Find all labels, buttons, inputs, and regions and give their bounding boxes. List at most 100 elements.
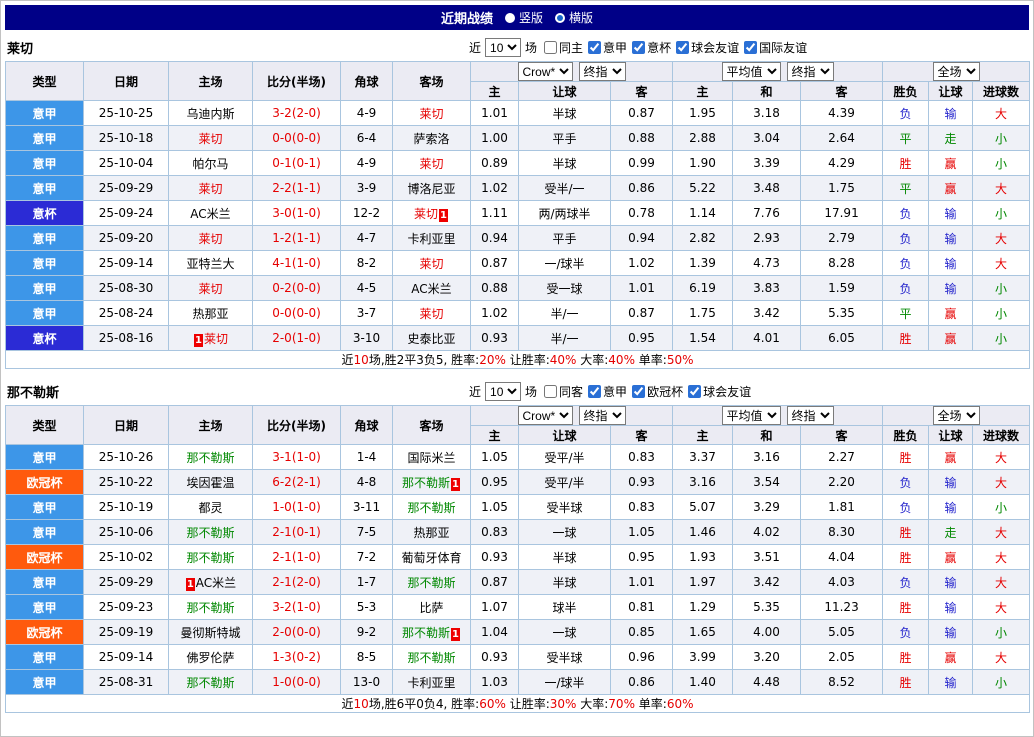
average-select[interactable]: 平均值: [721, 406, 781, 425]
column-header: 主: [470, 81, 519, 101]
outcome-value: 赢: [928, 444, 974, 470]
same-venue[interactable]: 同客: [544, 383, 583, 400]
team-header-row: 莱切 近 10 场 同主 意甲 意杯 球会友谊 国际友谊: [5, 36, 1029, 59]
outcome-value: 胜: [882, 150, 930, 176]
bookmaker-odds-group: Crow* 终指: [469, 405, 674, 426]
team-name: 莱切: [7, 42, 34, 57]
odds-value: 1.14: [672, 200, 734, 226]
bookmaker-select[interactable]: Crow*: [517, 406, 573, 425]
match-row: 意甲 25-09-14 佛罗伦萨 1-3(0-2) 8-5 那不勒斯 0.93 受半球 0.96…: [5, 644, 1031, 670]
outcome-value: 胜: [882, 519, 930, 545]
match-row: 欧冠杯 25-09-19 曼彻斯特城 2-0(0-0) 9-2 那不勒斯 1 1.04 一球 0.…: [5, 619, 1031, 645]
match-row: 意杯 25-08-16 1 莱切 2-0(1-0) 3-10 史泰比亚 0.93 半/一 0.95…: [5, 325, 1031, 351]
average-stage-select[interactable]: 终指: [786, 62, 834, 81]
competition-2[interactable]: 球会友谊: [676, 39, 739, 56]
bookmaker-select[interactable]: Crow*: [517, 62, 573, 81]
away-team-name: AC米兰: [411, 281, 452, 296]
competition-3-checkbox[interactable]: [744, 41, 758, 54]
home-team-name: 热那亚: [192, 306, 229, 321]
column-header: 客: [609, 81, 674, 101]
match-row: 意甲 25-10-18 莱切 0-0(0-0) 6-4 萨索洛 1.00 平手 0.88 2.88…: [5, 125, 1031, 151]
away-team-name: 莱切: [419, 106, 444, 121]
average-odds-group: 平均值 终指: [672, 61, 884, 82]
competition-0-checkbox[interactable]: [588, 385, 602, 398]
average-select[interactable]: 平均值: [721, 62, 781, 81]
home-team-name: 都灵: [198, 500, 223, 515]
outcome-value: 走: [928, 125, 974, 151]
home-team-cell: 热那亚: [168, 300, 253, 326]
competition-1-checkbox[interactable]: [632, 41, 646, 54]
corners: 12-2: [340, 200, 393, 226]
away-team-cell: 葡萄牙体育: [392, 544, 471, 570]
same-venue-checkbox[interactable]: [544, 41, 558, 54]
corners: 7-2: [340, 544, 393, 570]
match-date: 25-08-30: [83, 275, 169, 301]
odds-value: 0.94: [470, 225, 519, 251]
home-team-cell: 那不勒斯: [168, 444, 253, 470]
red-card-badge: 1: [193, 333, 203, 347]
competition-0[interactable]: 意甲: [588, 39, 627, 56]
score: 0-0(0-0): [252, 125, 341, 151]
team-header-row: 那不勒斯 近 10 场 同客 意甲 欧冠杯 球会友谊: [5, 380, 1029, 403]
match-date: 25-10-26: [83, 444, 169, 470]
competition-0-checkbox[interactable]: [588, 41, 602, 54]
competition-2[interactable]: 球会友谊: [688, 383, 751, 400]
match-date: 25-08-16: [83, 325, 169, 351]
odds-value: 1.46: [672, 519, 734, 545]
odds-value: 3.42: [732, 300, 802, 326]
radio-horizontal-layout[interactable]: 横版: [555, 9, 593, 26]
score: 6-2(2-1): [252, 469, 341, 495]
bookmaker-odds-group: Crow* 终指: [469, 61, 674, 82]
outcome-value: 负: [882, 275, 930, 301]
outcome-value: 赢: [928, 325, 974, 351]
column-header: 比分(半场): [252, 61, 341, 101]
filter-bar: 近 10 场 同主 意甲 意杯 球会友谊 国际友谊: [467, 36, 807, 59]
bookmaker-stage-select[interactable]: 终指: [578, 406, 626, 425]
outcome-value: 胜: [882, 325, 930, 351]
competition-1[interactable]: 意杯: [632, 39, 671, 56]
odds-value: 2.05: [800, 644, 884, 670]
odds-value: 6.19: [672, 275, 734, 301]
competition-2-checkbox[interactable]: [688, 385, 702, 398]
page-inner: 近期战绩 竖版 横版 莱切近 10 场同主 意甲 意杯 球会友谊 国际友谊 类型 日期 主场 比分(…: [1, 1, 1033, 717]
match-date: 25-10-22: [83, 469, 169, 495]
same-venue[interactable]: 同主: [544, 39, 583, 56]
odds-value: 一球: [518, 619, 611, 645]
odds-value: 0.83: [609, 444, 674, 470]
competition-0[interactable]: 意甲: [588, 383, 627, 400]
column-header: 胜负: [882, 81, 930, 101]
recent-count-select[interactable]: 10: [485, 38, 522, 57]
match-row: 意甲 25-10-06 那不勒斯 2-1(0-1) 7-5 热那亚 0.83 一球 1.05 1.…: [5, 519, 1031, 545]
competition-1-checkbox[interactable]: [632, 385, 646, 398]
radio-vertical-layout[interactable]: 竖版: [504, 9, 543, 26]
odds-value: 3.20: [732, 644, 802, 670]
odds-value: 8.28: [800, 250, 884, 276]
scope-select[interactable]: 全场: [932, 406, 980, 425]
odds-value: 3.04: [732, 125, 802, 151]
away-team-cell: 卡利亚里: [392, 225, 471, 251]
competition-3[interactable]: 国际友谊: [744, 39, 807, 56]
recent-label: 近: [469, 41, 482, 55]
home-team-name: 佛罗伦萨: [186, 650, 235, 665]
scope-select[interactable]: 全场: [932, 62, 980, 81]
average-stage-select[interactable]: 终指: [786, 406, 834, 425]
same-venue-checkbox[interactable]: [544, 385, 558, 398]
competition-3-label: 国际友谊: [759, 41, 808, 55]
bookmaker-stage-select[interactable]: 终指: [578, 62, 626, 81]
odds-value: 6.05: [800, 325, 884, 351]
competition-1-label: 意杯: [647, 41, 672, 55]
home-team-name: 埃因霍温: [186, 475, 235, 490]
odds-value: 1.59: [800, 275, 884, 301]
odds-value: 3.51: [732, 544, 802, 570]
outcome-value: 大: [972, 544, 1031, 570]
column-header: 胜负: [882, 425, 930, 445]
odds-value: 2.82: [672, 225, 734, 251]
odds-value: 1.02: [609, 250, 674, 276]
league-type-badge: 意甲: [5, 150, 84, 176]
recent-count-select[interactable]: 10: [485, 382, 522, 401]
competition-1[interactable]: 欧冠杯: [632, 383, 683, 400]
match-date: 25-09-19: [83, 619, 169, 645]
column-header: 日期: [83, 61, 169, 101]
competition-2-checkbox[interactable]: [676, 41, 690, 54]
away-team-cell: 莱切: [392, 300, 471, 326]
